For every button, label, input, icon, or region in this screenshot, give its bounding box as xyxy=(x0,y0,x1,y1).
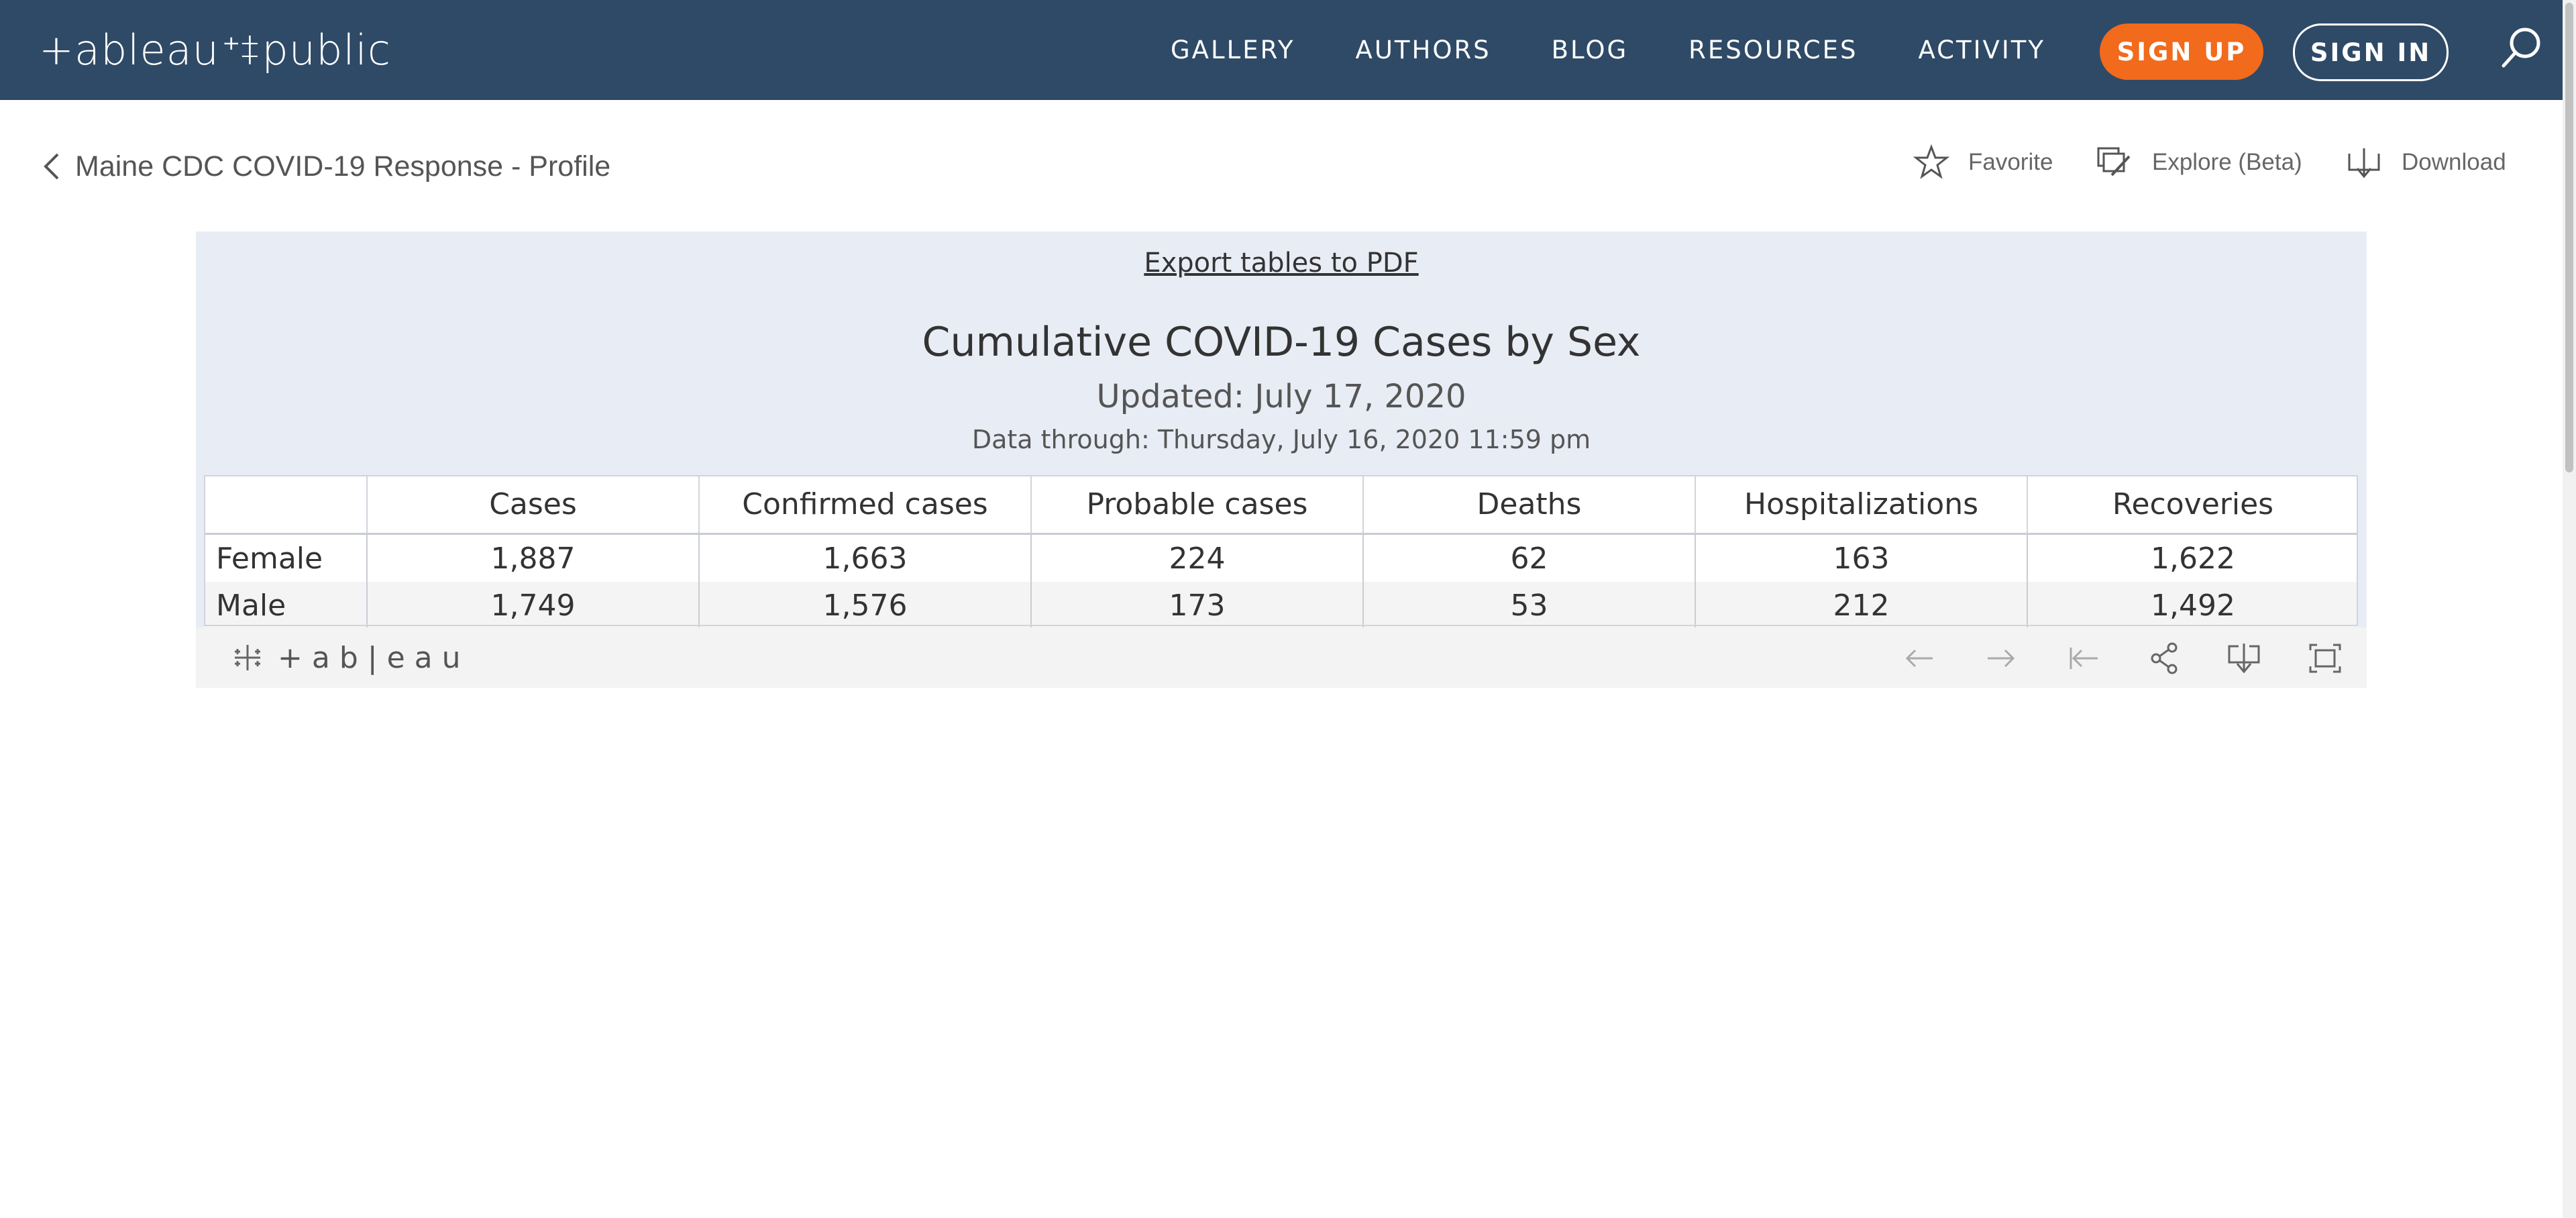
table-cell[interactable]: 212 xyxy=(1695,582,2027,631)
nav-links: GALLERY AUTHORS BLOG RESOURCES ACTIVITY xyxy=(1171,0,2106,100)
download-button[interactable]: Download xyxy=(2345,142,2506,183)
table-cell[interactable]: 1,887 xyxy=(366,534,699,582)
fullscreen-icon[interactable] xyxy=(2308,641,2343,676)
tableau-mark-icon xyxy=(235,645,260,670)
tableau-viz: Export tables to PDF Cumulative COVID-19… xyxy=(196,232,2367,688)
table-cell[interactable]: 163 xyxy=(1695,534,2027,582)
viz-toolbar: +ab|eau xyxy=(196,627,2367,688)
viz-title: Cumulative COVID-19 Cases by Sex xyxy=(922,319,1641,366)
explore-label: Explore (Beta) xyxy=(2152,149,2302,175)
table-header-cell: Deaths xyxy=(1362,475,1695,535)
download-label: Download xyxy=(2402,149,2506,175)
nav-link-blog[interactable]: BLOG xyxy=(1552,36,1628,64)
nav-link-activity[interactable]: ACTIVITY xyxy=(1919,36,2045,64)
table-header-cell: Recoveries xyxy=(2027,475,2358,535)
share-icon[interactable] xyxy=(2147,641,2182,676)
table-cell[interactable]: 1,622 xyxy=(2027,534,2358,582)
sign-in-button[interactable]: SIGN IN xyxy=(2293,23,2449,81)
table-cell[interactable]: 1,749 xyxy=(366,582,699,631)
redo-arrow-icon[interactable] xyxy=(1984,641,2019,676)
table-cell[interactable]: 173 xyxy=(1030,582,1363,631)
export-pdf-link[interactable]: Export tables to PDF xyxy=(196,248,2367,278)
table-cell[interactable]: 1,492 xyxy=(2027,582,2358,631)
nav-link-gallery[interactable]: GALLERY xyxy=(1171,36,1295,64)
explore-edit-icon xyxy=(2097,147,2131,176)
table-cell[interactable]: Male xyxy=(204,582,367,631)
favorite-label: Favorite xyxy=(1968,149,2053,175)
breadcrumb[interactable]: Maine CDC COVID-19 Response - Profile xyxy=(43,146,610,187)
star-icon xyxy=(1913,144,1949,179)
table-cell[interactable]: 62 xyxy=(1362,534,1695,582)
chevron-left-icon xyxy=(44,153,59,180)
explore-button[interactable]: Explore (Beta) xyxy=(2096,142,2302,183)
download-icon xyxy=(2348,148,2380,179)
viz-data-through: Data through: Thursday, July 16, 2020 11… xyxy=(971,425,1591,454)
nav-link-authors[interactable]: AUTHORS xyxy=(1356,36,1491,64)
search-icon[interactable] xyxy=(2498,24,2545,71)
revert-icon[interactable] xyxy=(2065,641,2100,676)
table-row[interactable]: Male 1,749 1,576 173 53 212 1,492 xyxy=(204,582,2358,631)
table-header-cell: Cases xyxy=(366,475,699,535)
toolbar-logo-text: +ab|eau xyxy=(278,640,470,675)
table-cell[interactable]: 1,576 xyxy=(698,582,1031,631)
viz-updated: Updated: July 17, 2020 xyxy=(1096,378,1466,415)
table-header-cell: Confirmed cases xyxy=(698,475,1031,535)
nav-link-resources[interactable]: RESOURCES xyxy=(1688,36,1858,64)
scrollbar-thumb[interactable] xyxy=(2565,3,2573,472)
sign-up-button[interactable]: SIGN UP xyxy=(2100,23,2263,80)
table-header-cell: Probable cases xyxy=(1030,475,1363,535)
favorite-button[interactable]: Favorite xyxy=(1913,142,2053,183)
logo-text-left: +ableau xyxy=(39,25,219,74)
tableau-public-logo[interactable]: +ableau ⁺‡ public xyxy=(39,23,391,77)
table-cell[interactable]: 224 xyxy=(1030,534,1363,582)
tableau-toolbar-logo[interactable]: +ab|eau xyxy=(229,640,470,676)
table-row[interactable]: Female 1,887 1,663 224 62 163 1,622 xyxy=(204,534,2358,582)
cases-by-sex-table: Cases Confirmed cases Probable cases Dea… xyxy=(204,475,2358,631)
top-navigation-bar: +ableau ⁺‡ public GALLERY AUTHORS BLOG R… xyxy=(0,0,2563,100)
table-cell[interactable]: 53 xyxy=(1362,582,1695,631)
table-header-row: Cases Confirmed cases Probable cases Dea… xyxy=(204,475,2358,535)
page-scrollbar[interactable] xyxy=(2563,0,2576,1218)
undo-arrow-icon[interactable] xyxy=(1902,641,1937,676)
table-cell[interactable]: 1,663 xyxy=(698,534,1031,582)
table-header-cell: Hospitalizations xyxy=(1695,475,2027,535)
download-viz-icon[interactable] xyxy=(2226,641,2261,676)
logo-sparkle-icon: ⁺‡ xyxy=(221,30,260,70)
table-cell[interactable]: Female xyxy=(204,534,367,582)
table-header-cell xyxy=(204,475,367,535)
logo-text-right: public xyxy=(262,25,391,74)
profile-title: Maine CDC COVID-19 Response - Profile xyxy=(75,150,611,183)
